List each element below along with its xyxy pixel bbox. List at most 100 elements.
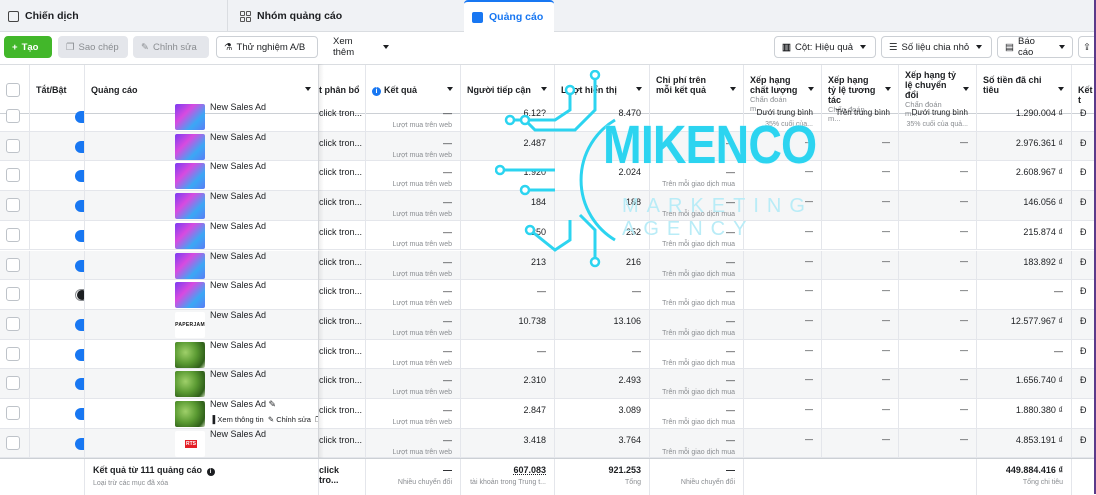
row-checkbox[interactable] bbox=[6, 287, 20, 302]
ad-name[interactable]: New Sales Ad bbox=[210, 251, 266, 261]
table-row[interactable]: RTS New Sales Ad click tron... — Lượt mua tr… bbox=[0, 428, 1096, 459]
quality-value: Dưới trung bình bbox=[756, 108, 813, 117]
breakdown-label: Số liệu chia nhỏ bbox=[901, 41, 970, 53]
row-checkbox[interactable] bbox=[6, 168, 20, 183]
edit-button[interactable]: ✎ Chỉnh sửa bbox=[133, 36, 209, 58]
result-sub: Lượt mua trên web bbox=[392, 300, 452, 308]
row-ad-cell: New Sales Ad bbox=[85, 220, 319, 251]
row-checkbox[interactable] bbox=[6, 346, 20, 361]
col-results-label: Kết quả bbox=[384, 85, 418, 95]
tab-adsets[interactable]: Nhóm quảng cáo bbox=[228, 0, 458, 32]
table-row[interactable]: PAPERJAM New Sales Ad click tron... — Lượt m… bbox=[0, 309, 1096, 340]
cpr-sub: Trên mỗi giao dịch mua bbox=[662, 389, 735, 397]
table-row[interactable]: New Sales Ad click tron... — Lượt mua trên … bbox=[0, 250, 1096, 281]
table-row[interactable]: New Sales Ad click tron... — Lượt mua trên … bbox=[0, 161, 1096, 192]
copy-button[interactable]: ❐ Sao chép bbox=[58, 36, 128, 58]
row-checkbox[interactable] bbox=[6, 406, 20, 420]
ad-toggle-switch[interactable] bbox=[75, 259, 84, 272]
ad-toggle-switch[interactable] bbox=[75, 378, 84, 391]
ab-test-button[interactable]: ⚗ Thử nghiệm A/B bbox=[216, 36, 318, 58]
pencil-icon[interactable]: ✎ bbox=[269, 399, 277, 409]
ad-name[interactable]: New Sales Ad bbox=[210, 221, 266, 231]
ad-name[interactable]: New Sales Ad bbox=[210, 102, 266, 112]
col-spent-label: Số tiền đã chi tiêu bbox=[983, 75, 1042, 95]
table-row[interactable]: New Sales Ad click tron... — Lượt mua trên … bbox=[0, 339, 1096, 370]
chevron-down-icon bbox=[636, 87, 642, 91]
tab-campaigns-label: Chiến dịch bbox=[25, 10, 79, 22]
table-row[interactable]: New Sales Ad click tron... — Lượt mua trên … bbox=[0, 131, 1096, 162]
ad-name[interactable]: New Sales Ad bbox=[210, 310, 266, 320]
row-results: — Lượt mua trên web bbox=[366, 191, 461, 221]
reports-button[interactable]: ▤ Báo cáo bbox=[997, 36, 1073, 58]
row-checkbox[interactable] bbox=[6, 198, 20, 213]
ad-thumbnail bbox=[175, 193, 205, 220]
row-checkbox[interactable] bbox=[6, 227, 20, 242]
ad-name[interactable]: New Sales Ad bbox=[210, 280, 266, 290]
row-impressions: 252 bbox=[555, 220, 650, 251]
row-toggle-cell bbox=[30, 309, 85, 340]
row-checkbox[interactable] bbox=[6, 376, 20, 391]
row-checkbox[interactable] bbox=[6, 138, 20, 153]
info-icon: i bbox=[206, 468, 215, 476]
tab-campaigns[interactable]: Chiến dịch bbox=[0, 0, 228, 32]
table-row[interactable]: New Sales Ad ✎ ▐ Xem thông tin ✎ Chỉnh sử… bbox=[0, 399, 1096, 429]
cpr-value: — bbox=[726, 197, 735, 208]
table-row[interactable]: New Sales Ad click tron... — Lượt mua trên … bbox=[0, 280, 1096, 310]
row-checkbox[interactable] bbox=[6, 316, 20, 331]
select-all-checkbox[interactable] bbox=[6, 83, 20, 97]
edit-link[interactable]: Chỉnh sửa bbox=[276, 415, 311, 424]
ad-name[interactable]: New Sales Ad bbox=[210, 340, 266, 350]
ad-toggle-switch[interactable] bbox=[75, 437, 84, 450]
row-impressions: 3.764 bbox=[555, 428, 650, 459]
footer-empty-1 bbox=[744, 459, 822, 495]
row-amount-spent: 2.976.361 ₫ bbox=[977, 131, 1072, 162]
chevron-down-icon bbox=[1059, 45, 1065, 49]
result-sub: Lượt mua trên web bbox=[392, 211, 452, 219]
ad-name[interactable]: New Sales Ad bbox=[210, 369, 266, 379]
ad-name-text: New Sales Ad bbox=[210, 102, 267, 112]
row-delivery: click tron... bbox=[319, 220, 366, 251]
ad-toggle-switch[interactable] bbox=[75, 111, 84, 123]
ad-toggle-switch[interactable] bbox=[75, 289, 84, 302]
tab-ads[interactable]: Quảng cáo bbox=[464, 0, 554, 32]
row-toggle-cell bbox=[30, 191, 85, 221]
table-row[interactable]: New Sales Ad click tron... — Lượt mua trên … bbox=[0, 191, 1096, 221]
row-checkbox[interactable] bbox=[6, 435, 20, 450]
ad-name[interactable]: New Sales Ad bbox=[210, 429, 266, 439]
columns-button[interactable]: ▥ Cột: Hiệu quả bbox=[774, 36, 876, 58]
create-button[interactable]: + Tạo bbox=[4, 36, 52, 58]
view-more-button[interactable]: Xem thêm bbox=[326, 36, 396, 58]
row-ad-cell: New Sales Ad bbox=[85, 161, 319, 192]
row-delivery: click tron... bbox=[319, 428, 366, 459]
report-icon: ▤ bbox=[1005, 41, 1014, 53]
row-checkbox[interactable] bbox=[6, 257, 20, 272]
cpr-sub: Trên mỗi giao dịch mua bbox=[662, 211, 735, 219]
row-conversion-ranking: — bbox=[899, 280, 977, 310]
ad-toggle-switch[interactable] bbox=[75, 229, 84, 242]
ad-toggle-switch[interactable] bbox=[75, 140, 84, 153]
ad-name[interactable]: New Sales Ad ✎ bbox=[210, 399, 276, 410]
row-results: — Lượt mua trên web bbox=[366, 161, 461, 192]
conversion-value: — bbox=[960, 286, 968, 296]
ad-toggle-switch[interactable] bbox=[75, 170, 84, 183]
result-sub: Lượt mua trên web bbox=[392, 448, 452, 456]
ad-name[interactable]: New Sales Ad bbox=[210, 191, 266, 201]
tab-adsets-label: Nhóm quảng cáo bbox=[257, 10, 343, 22]
ad-toggle-switch[interactable] bbox=[75, 200, 84, 213]
ad-name[interactable]: New Sales Ad bbox=[210, 132, 266, 142]
ad-toggle-switch[interactable] bbox=[75, 348, 84, 361]
row-checkbox[interactable] bbox=[6, 109, 20, 123]
table-row[interactable]: New Sales Ad click tron... — Lượt mua trên … bbox=[0, 220, 1096, 251]
table-row[interactable]: New Sales Ad click tron... — Lượt mua trên … bbox=[0, 102, 1096, 132]
table-row[interactable]: New Sales Ad click tron... — Lượt mua trên … bbox=[0, 369, 1096, 399]
ad-toggle-switch[interactable] bbox=[75, 408, 84, 420]
quality-value: — bbox=[805, 405, 813, 414]
thumbnail-brand-text: PAPERJAM bbox=[175, 321, 205, 328]
breakdown-button[interactable]: ☰ Số liệu chia nhỏ bbox=[881, 36, 992, 58]
row-reach: 2.310 bbox=[461, 369, 555, 399]
view-details-link[interactable]: Xem thông tin bbox=[217, 415, 263, 424]
ad-toggle-switch[interactable] bbox=[75, 318, 84, 331]
ad-name[interactable]: New Sales Ad bbox=[210, 161, 266, 171]
col-cpr-label: Chi phí trên mỗi kết quả bbox=[656, 75, 707, 95]
export-icon: ⇪ bbox=[1083, 41, 1091, 53]
